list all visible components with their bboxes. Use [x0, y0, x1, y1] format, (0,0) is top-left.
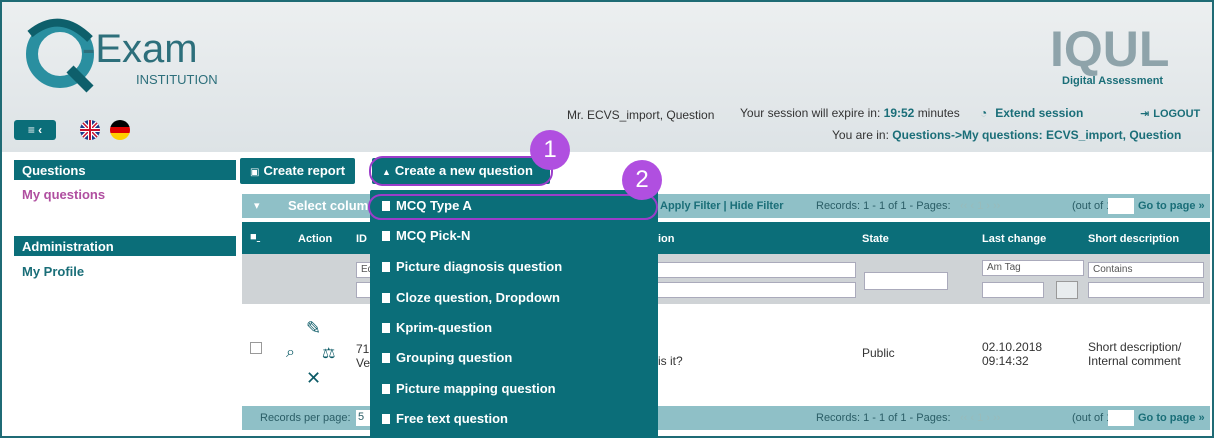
scales-icon[interactable]: ⚖	[322, 344, 335, 362]
flag-de-icon[interactable]	[110, 120, 130, 140]
row-date: 02.10.2018	[982, 340, 1043, 354]
col-id[interactable]: ID	[356, 233, 367, 245]
logout-label: LOGOUT	[1153, 108, 1201, 120]
question-filter-select[interactable]	[656, 262, 856, 278]
menu-item-mcq-pick-n[interactable]: MCQ Pick-N	[370, 223, 658, 249]
col-short-description[interactable]: Short description	[1088, 233, 1179, 245]
records-info-bottom: Records: 1 - 1 of 1 - Pages:	[816, 412, 951, 424]
row-state: Public	[862, 346, 895, 360]
chevron-down-icon[interactable]: ▾	[254, 199, 260, 212]
menu-item-free-text[interactable]: Free text question	[370, 406, 658, 432]
extend-session-label: Extend session	[995, 106, 1084, 120]
menu-item-label: Picture diagnosis question	[396, 259, 563, 274]
page-input-top[interactable]	[1108, 198, 1134, 214]
goto-page-bottom[interactable]: Go to page »	[1138, 412, 1205, 424]
menu-item-picture-diagnosis[interactable]: Picture diagnosis question	[370, 254, 658, 280]
logout-link[interactable]: ⇥ LOGOUT	[1140, 107, 1200, 120]
logout-icon: ⇥	[1140, 108, 1150, 120]
menu-item-cloze-dropdown[interactable]: Cloze question, Dropdown	[370, 285, 658, 311]
row-time: 09:14:32	[982, 354, 1029, 368]
menu-item-grouping[interactable]: Grouping question	[370, 345, 658, 371]
row-desc-1: Short description/	[1088, 340, 1182, 354]
logo-iqul-text: IQUL	[1050, 21, 1169, 77]
q-exam-logo: -Exam INSTITUTION	[20, 14, 220, 94]
menu-item-label: Cloze question, Dropdown	[396, 290, 560, 305]
header: -Exam INSTITUTION IQUL Digital Assessmen…	[2, 2, 1212, 152]
col-action: Action	[298, 233, 333, 245]
document-icon	[382, 231, 390, 241]
calendar-icon[interactable]	[1056, 281, 1078, 299]
col-state[interactable]: State	[862, 233, 889, 245]
page-nav-top[interactable]: ‹‹ ‹ 1 › ››	[960, 200, 1000, 212]
desc-filter-input[interactable]	[1088, 282, 1204, 298]
app-window: -Exam INSTITUTION IQUL Digital Assessmen…	[0, 0, 1214, 438]
logo-iqul-sub: Digital Assessment	[1062, 75, 1163, 87]
row-desc-2: Internal comment	[1088, 354, 1181, 368]
question-type-menu: MCQ Type A MCQ Pick-N Picture diagnosis …	[370, 190, 658, 438]
goto-page-top[interactable]: Go to page »	[1138, 200, 1205, 212]
sidebar-head-questions[interactable]: Questions	[14, 160, 236, 180]
menu-item-label: Picture mapping question	[396, 381, 556, 396]
highlight-create-question	[369, 156, 553, 186]
extend-session-link[interactable]: ◔ Extend session	[980, 106, 1083, 120]
document-icon	[382, 353, 390, 363]
sidebar-item-my-profile[interactable]: My Profile	[22, 264, 84, 279]
step-badge-1: 1	[530, 130, 570, 170]
preview-icon[interactable]: ⌕	[286, 344, 295, 362]
question-filter-input[interactable]	[656, 282, 856, 298]
per-page-label: Records per page:	[260, 412, 351, 424]
sidebar-item-my-questions[interactable]: My questions	[22, 187, 105, 202]
delete-icon[interactable]: ✕	[306, 368, 321, 389]
logo-sub: INSTITUTION	[136, 72, 218, 87]
logo-title: -Exam	[82, 27, 198, 71]
col-question[interactable]: ion	[658, 233, 675, 245]
sidebar-head-administration[interactable]: Administration	[14, 236, 236, 256]
records-info-top: Records: 1 - 1 of 1 - Pages:	[816, 200, 951, 212]
iqul-logo: IQUL Digital Assessment	[1042, 20, 1212, 90]
row-question-end: is it?	[658, 354, 683, 368]
create-report-button[interactable]: ▣ Create report	[240, 158, 356, 184]
edit-icon[interactable]: ✎	[306, 318, 321, 339]
session-time: 19:52	[883, 106, 915, 120]
document-icon	[382, 262, 390, 272]
page-nav-bottom[interactable]: ‹‹ ‹ 1 › ››	[960, 412, 1000, 424]
page-input-bottom[interactable]	[1108, 410, 1134, 426]
menu-item-label: Free text question	[396, 411, 508, 426]
menu-item-picture-mapping[interactable]: Picture mapping question	[370, 376, 658, 402]
document-icon	[382, 293, 390, 303]
document-icon	[382, 414, 390, 424]
select-all-checkbox[interactable]: ■ˍ	[250, 231, 260, 243]
row-checkbox[interactable]	[250, 342, 262, 354]
flag-uk-icon[interactable]	[80, 120, 100, 140]
document-icon	[382, 323, 390, 333]
col-last-change[interactable]: Last change	[982, 233, 1046, 245]
state-filter-select[interactable]	[864, 272, 948, 290]
filter-links[interactable]: Apply Filter | Hide Filter	[660, 200, 783, 212]
session-prefix: Your session will expire in:	[740, 106, 881, 120]
menu-item-label: Grouping question	[396, 350, 513, 365]
menu-item-kprim[interactable]: Kprim-question	[370, 315, 658, 341]
menu-toggle-button[interactable]: ≡ ‹	[14, 120, 56, 140]
menu-item-label: Kprim-question	[396, 320, 493, 335]
row-id: 71	[356, 342, 370, 356]
per-page-select[interactable]: 5	[356, 410, 370, 426]
document-icon	[382, 384, 390, 394]
session-suffix: minutes	[917, 106, 960, 120]
highlight-mcq-type-a	[368, 194, 658, 220]
breadcrumb: You are in: Questions->My questions: ECV…	[832, 128, 1181, 142]
breadcrumb-path[interactable]: Questions->My questions: ECVS_import, Qu…	[892, 128, 1181, 142]
row-question-start: Ve	[356, 356, 371, 370]
breadcrumb-prefix: You are in:	[832, 128, 889, 142]
clock-icon: ◔	[980, 106, 988, 120]
menu-item-label: MCQ Pick-N	[396, 228, 471, 243]
create-report-label: Create report	[263, 163, 346, 178]
step-badge-2: 2	[622, 160, 662, 200]
date-filter-select[interactable]: Am Tag	[982, 260, 1084, 276]
report-icon: ▣	[250, 167, 260, 178]
select-columns-button[interactable]: Select colum	[288, 198, 368, 213]
session-info: Your session will expire in: 19:52 minut…	[740, 106, 960, 120]
date-filter-input[interactable]	[982, 282, 1044, 298]
desc-filter-select[interactable]: Contains	[1088, 262, 1204, 278]
user-name: Mr. ECVS_import, Question	[567, 108, 715, 122]
